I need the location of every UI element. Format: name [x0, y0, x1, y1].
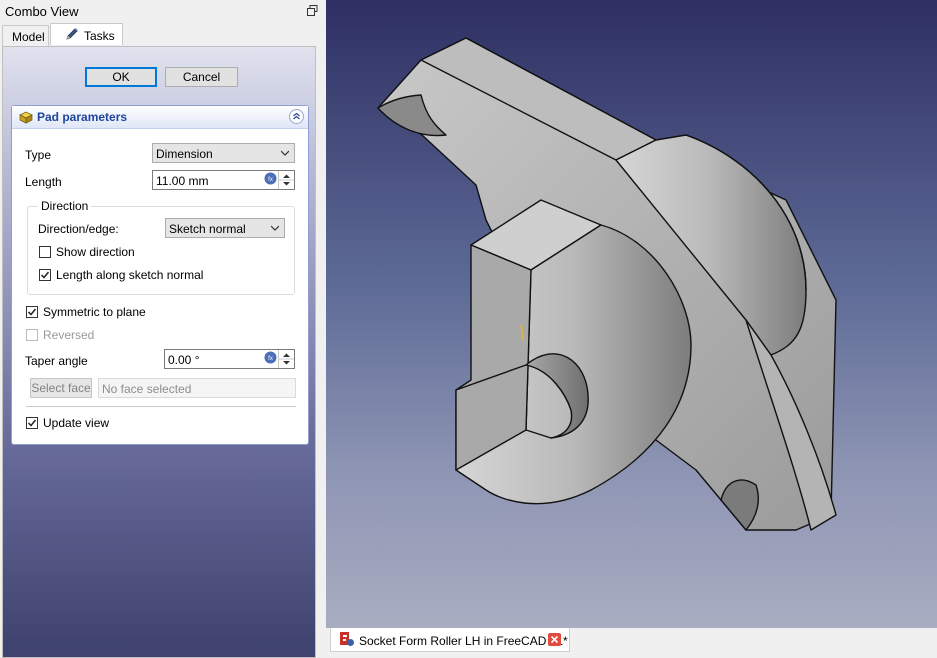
chevron-down-icon — [281, 150, 289, 156]
check-icon — [27, 308, 37, 316]
svg-text:fx: fx — [268, 177, 273, 183]
direction-edge-value: Sketch normal — [169, 222, 246, 236]
show-direction-checkbox[interactable] — [39, 246, 51, 258]
tab-model-label: Model — [12, 30, 45, 44]
type-combo[interactable]: Dimension — [152, 143, 295, 163]
check-icon — [27, 419, 37, 427]
taper-angle-label: Taper angle — [25, 354, 88, 368]
panel-title: Combo View — [5, 4, 79, 19]
pencil-icon — [66, 28, 78, 40]
direction-group: Direction Direction/edge: Sketch normal … — [27, 199, 295, 295]
taper-spin-buttons[interactable] — [278, 350, 294, 368]
reversed-checkbox[interactable] — [26, 329, 38, 341]
document-tab[interactable]: Socket Form Roller LH in FreeCAD : 1* — [330, 628, 570, 652]
pad-parameters-box: Pad parameters Type Dimension Length 11.… — [11, 105, 309, 445]
task-panel: OK Cancel Pad parameters Type Dimension … — [2, 46, 316, 658]
length-field[interactable]: 11.00 mm fx — [152, 170, 295, 190]
length-along-normal-checkbox[interactable] — [39, 269, 51, 281]
update-view-label: Update view — [43, 416, 110, 430]
check-icon — [40, 271, 50, 279]
type-value: Dimension — [156, 147, 213, 161]
document-tab-bar: Socket Form Roller LH in FreeCAD : 1* — [326, 628, 937, 658]
taper-angle-value: 0.00 ° — [168, 353, 200, 367]
face-field-value: No face selected — [102, 382, 192, 396]
update-view-checkbox[interactable] — [26, 417, 38, 429]
document-tab-title: Socket Form Roller LH in FreeCAD : 1* — [359, 634, 568, 648]
length-value: 11.00 mm — [156, 174, 209, 188]
combo-view-panel: Combo View Model Tasks OK Cancel Pad par… — [0, 0, 324, 658]
expression-icon[interactable]: fx — [264, 351, 277, 364]
length-label: Length — [25, 175, 62, 189]
pad-icon — [19, 111, 33, 124]
tab-tasks-label: Tasks — [84, 29, 115, 43]
type-label: Type — [25, 148, 52, 162]
symmetric-checkbox[interactable] — [26, 306, 38, 318]
length-along-normal-label: Length along sketch normal — [56, 268, 204, 282]
show-direction-label: Show direction — [56, 245, 135, 259]
freecad-icon — [340, 632, 354, 646]
3d-model — [377, 37, 837, 531]
chevron-down-icon — [271, 225, 279, 231]
divider — [26, 406, 296, 407]
close-icon[interactable] — [548, 633, 561, 646]
float-panel-icon[interactable] — [307, 5, 318, 16]
panel-title-bar: Combo View — [0, 0, 324, 22]
select-face-button[interactable]: Select face — [30, 378, 92, 398]
tab-tasks[interactable]: Tasks — [50, 23, 123, 45]
length-spin-buttons[interactable] — [278, 171, 294, 189]
combo-view-tabs: Model Tasks — [0, 23, 324, 46]
symmetric-label: Symmetric to plane — [43, 305, 146, 319]
expression-icon[interactable]: fx — [264, 172, 277, 185]
pad-parameters-header[interactable]: Pad parameters — [12, 106, 308, 129]
direction-edge-combo[interactable]: Sketch normal — [165, 218, 285, 238]
collapse-icon[interactable] — [289, 109, 304, 124]
face-field: No face selected — [98, 378, 296, 398]
reversed-label: Reversed — [43, 328, 95, 342]
svg-text:fx: fx — [268, 356, 273, 362]
pad-parameters-title: Pad parameters — [37, 110, 128, 124]
taper-angle-field[interactable]: 0.00 ° fx — [164, 349, 295, 369]
direction-edge-label: Direction/edge: — [38, 222, 119, 236]
tab-model[interactable]: Model — [2, 25, 49, 46]
ok-button[interactable]: OK — [85, 67, 157, 87]
cancel-button[interactable]: Cancel — [165, 67, 238, 87]
3d-viewport[interactable] — [326, 0, 937, 628]
direction-group-title: Direction — [38, 199, 92, 213]
